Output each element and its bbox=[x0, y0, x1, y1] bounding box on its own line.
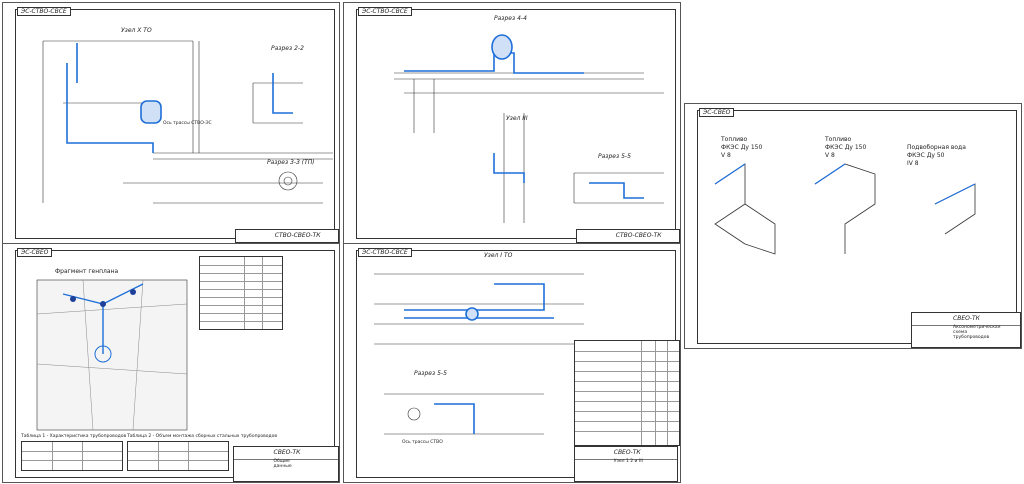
sheet-axonometric: ЭС-СВЕО Топливо ФКЭС Ду 150 V 8 Топливо … bbox=[684, 103, 1022, 349]
title-block: СТВО-СВЕО-ТК bbox=[576, 229, 680, 243]
label-axis: Ось трассы СТВО-ЭС bbox=[163, 121, 212, 126]
label-fuel-2-dia: ФКЭС Ду 150 bbox=[825, 144, 867, 151]
label-node-3: Узел III bbox=[506, 115, 528, 122]
label-fuel-2-v: V 8 bbox=[825, 152, 835, 159]
title-block: СВЕО-ТК Общие данные bbox=[233, 446, 339, 482]
table-2 bbox=[127, 441, 229, 471]
data-table-right bbox=[199, 256, 283, 330]
spec-table bbox=[574, 340, 680, 446]
label-water-v: IV 8 bbox=[907, 160, 919, 167]
sheet-section-4-4: ЭС-СТВО-СВСЕ Разрез 4-4 Узел III Разрез … bbox=[343, 2, 681, 244]
label-water: Подвоборная вода bbox=[907, 144, 966, 151]
table-1-title: Таблица 1 - Характеристика трубопроводов bbox=[21, 434, 127, 439]
label-section-5-5: Разрез 5-5 bbox=[414, 370, 447, 377]
drawing-section-4-4 bbox=[394, 34, 664, 223]
sheet-node-1: ЭС-СТВО-СВСЕ Узел I ТО Разрез 5-5 Ось тр… bbox=[343, 243, 681, 483]
label-section-4-4: Разрез 4-4 bbox=[494, 15, 527, 22]
label-water-dia: ФКЭС Ду 50 bbox=[907, 152, 945, 159]
title-block: СВЕО-ТК Аксонометрическая схема трубопро… bbox=[911, 312, 1021, 348]
label-section-5-5: Разрез 5-5 bbox=[598, 153, 631, 160]
table-2-title: Таблица 2 - Объем монтажа сборных стальн… bbox=[127, 434, 278, 439]
label-fuel-1-v: V 8 bbox=[721, 152, 731, 159]
label-section: Разрез 2-2 bbox=[271, 45, 304, 52]
label-fuel-1: Топливо bbox=[721, 136, 748, 143]
label-node: Узел Х ТО bbox=[121, 27, 152, 34]
label-fuel-2: Топливо bbox=[825, 136, 852, 143]
label-fuel-1-dia: ФКЭС Ду 150 bbox=[721, 144, 763, 151]
label-section-tp: Разрез 3-3 (ТП) bbox=[267, 159, 315, 166]
title-block: СВЕО-ТК Узел 1 2 и III bbox=[574, 446, 678, 482]
label-axis: Ось трассы СТВО bbox=[402, 440, 443, 445]
sheet-section-2-2: ЭС-СТВО-СВСЕ Узел Х ТО Разрез 2-2 Разрез… bbox=[2, 2, 340, 244]
table-1 bbox=[21, 441, 123, 471]
sheet-general-plan: ЭС-СВЕО Фрагмент генплана Таблица 1 - Ха… bbox=[2, 243, 340, 483]
title-block: СТВО-СВЕО-ТК bbox=[235, 229, 339, 243]
